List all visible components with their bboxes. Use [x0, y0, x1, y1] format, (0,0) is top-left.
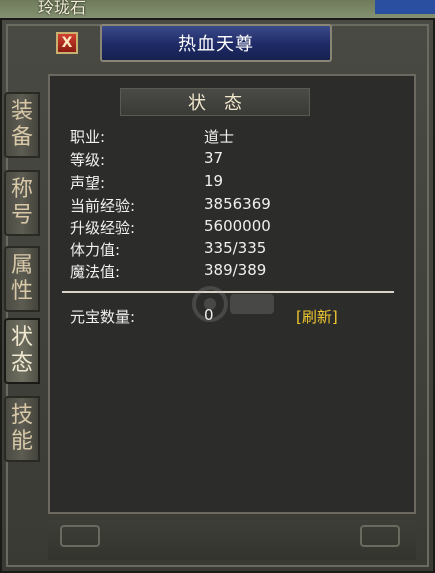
panel-header: 状态	[120, 88, 310, 116]
game-window-root: 玲珑石 热血天尊 X 装备 称号 属性 状态 技能 状态 职业: 道士 等级: …	[0, 0, 435, 573]
stat-row-stamina: 体力值: 335/335	[70, 239, 390, 261]
tab-label-char: 状	[10, 325, 33, 350]
tab-label-char: 技	[10, 403, 33, 428]
stat-value: 37	[204, 149, 224, 167]
tab-label-char: 备	[10, 125, 33, 150]
stat-row-reputation: 声望: 19	[70, 172, 390, 194]
window-title: 热血天尊	[178, 34, 254, 55]
currency-row: 元宝数量: 0	[70, 306, 390, 328]
stat-value: 335/335	[204, 239, 267, 257]
stat-row-mana: 魔法值: 389/389	[70, 261, 390, 283]
tab-equipment[interactable]: 装备	[4, 92, 40, 158]
stat-value: 19	[204, 172, 224, 190]
stat-value: 389/389	[204, 261, 267, 279]
tab-status[interactable]: 状态	[4, 318, 40, 384]
stat-label: 魔法值:	[70, 263, 121, 281]
tab-label-char: 态	[10, 351, 33, 376]
tab-attributes[interactable]: 属性	[4, 246, 40, 312]
tab-label-char: 属	[10, 253, 33, 278]
stat-label: 等级:	[70, 151, 106, 169]
tab-label-char: 装	[10, 99, 33, 124]
refresh-button[interactable]: [刷新]	[296, 306, 338, 327]
tab-label-char: 性	[10, 279, 33, 304]
tab-label-char: 能	[10, 429, 33, 454]
tab-label-char: 称	[10, 177, 33, 202]
currency-value: 0	[204, 306, 214, 324]
stat-value: 5600000	[204, 217, 271, 235]
stat-label: 当前经验:	[70, 197, 136, 215]
stat-label: 声望:	[70, 174, 106, 192]
tab-title[interactable]: 称号	[4, 170, 40, 236]
stat-label: 升级经验:	[70, 219, 136, 237]
stat-row-class: 职业: 道士	[70, 126, 390, 148]
stat-value: 3856369	[204, 195, 271, 213]
corner-ornament-right	[360, 525, 400, 547]
corner-ornament-left	[60, 525, 100, 547]
stat-value: 道士	[204, 128, 235, 146]
title-bar: 热血天尊	[100, 24, 332, 62]
currency-label: 元宝数量:	[70, 308, 136, 326]
tab-skills[interactable]: 技能	[4, 396, 40, 462]
stat-label: 体力值:	[70, 241, 121, 259]
close-icon: X	[61, 35, 73, 51]
stat-row-current-exp: 当前经验: 3856369	[70, 195, 390, 217]
stat-label: 职业:	[70, 128, 106, 146]
stat-row-level: 等级: 37	[70, 149, 390, 171]
tab-label-char: 号	[10, 203, 33, 228]
stat-row-levelup-exp: 升级经验: 5600000	[70, 217, 390, 239]
map-location-label: 玲珑石	[38, 0, 87, 17]
close-button[interactable]: X	[56, 32, 78, 54]
